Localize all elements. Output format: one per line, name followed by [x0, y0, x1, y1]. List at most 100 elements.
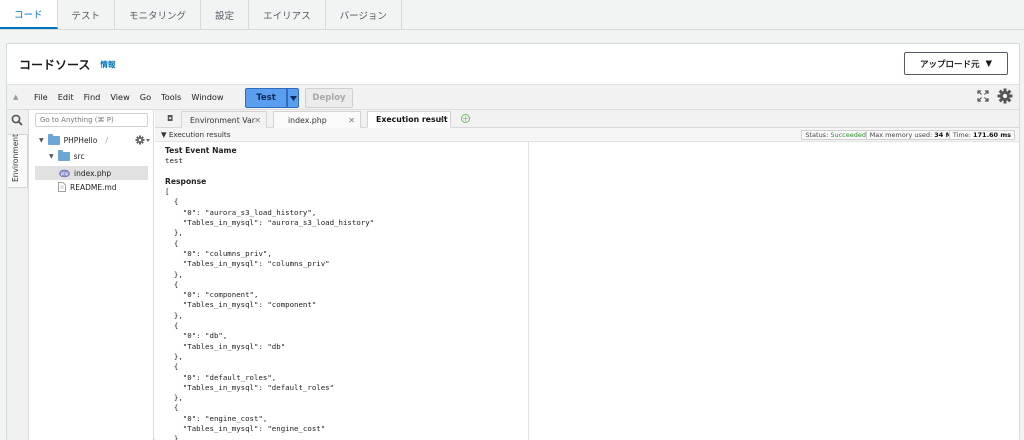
status-label: Status: — [805, 131, 829, 139]
toolbar-right — [977, 88, 1013, 104]
response-line: "0": "component", — [165, 290, 259, 300]
response-body: [ { "0": "aurora_s3_load_history", "Tabl… — [165, 187, 518, 440]
tree-file-index[interactable]: php index.php — [35, 166, 148, 180]
response-line: "0": "default_roles", — [165, 372, 277, 382]
editor-tab-env-vars[interactable]: Environment Var ✕ — [181, 111, 267, 128]
response-line: }, — [165, 393, 183, 403]
response-line: [ — [165, 187, 170, 197]
expand-triangle-icon: ▼ — [49, 153, 54, 160]
editor-area: ◘ Environment Var ✕ index.php ✕ Executio… — [155, 110, 1019, 440]
results-bar: ▼ Execution results Status: Succeeded Ma… — [155, 128, 1019, 142]
tree-folder-root[interactable]: ▼ PHPHello / — [39, 134, 108, 145]
editor-tab-label: index.php — [288, 115, 327, 125]
gear-icon[interactable] — [135, 135, 151, 145]
go-to-anything-input[interactable] — [35, 113, 148, 127]
php-file-icon: php — [59, 169, 70, 177]
editor-tab-execution-results[interactable]: Execution result ✕ — [367, 111, 451, 128]
response-line: "Tables_in_mysql": "aurora_s3_load_histo… — [165, 218, 375, 228]
menu-edit[interactable]: Edit — [58, 92, 74, 102]
response-line: }, — [165, 351, 183, 361]
page-title: コードソース — [19, 57, 91, 72]
panel-header: コードソース 情報 アップロード元 ▼ — [7, 44, 1019, 84]
menu-file[interactable]: File — [34, 92, 48, 102]
ide-menubar: ▲ File Edit Find View Go Tools Window Te… — [7, 84, 1019, 110]
tab-aliases[interactable]: エイリアス — [249, 0, 326, 29]
response-line: "0": "engine_cost", — [165, 413, 268, 423]
response-line: }, — [165, 269, 183, 279]
upload-label: アップロード元 — [919, 59, 980, 70]
execution-output: Test Event Name test Response[ { "0": "au… — [155, 142, 529, 440]
close-icon[interactable]: ✕ — [254, 116, 261, 125]
response-line: { — [165, 321, 179, 331]
menu-window[interactable]: Window — [191, 92, 223, 102]
root-folder-suffix: / — [105, 136, 108, 145]
info-link[interactable]: 情報 — [100, 59, 115, 70]
memory-label: Max memory used: — [869, 131, 933, 139]
environment-label: Environment — [11, 134, 20, 182]
root-folder-label: PHPHello — [63, 136, 98, 145]
editor-tabbar: ◘ Environment Var ✕ index.php ✕ Executio… — [155, 110, 1019, 128]
search-icon[interactable] — [11, 114, 23, 126]
response-line: { — [165, 403, 179, 413]
response-line: }, — [165, 310, 183, 320]
response-line: "0": "columns_priv", — [165, 248, 272, 258]
test-button[interactable]: Test — [245, 88, 287, 108]
status-badge: Status: Succeeded — [801, 130, 870, 140]
tree-file-readme[interactable]: README.md — [58, 182, 117, 192]
response-line: }, — [165, 434, 183, 440]
tab-test[interactable]: テスト — [58, 0, 116, 29]
time-label: Time: — [952, 131, 971, 139]
response-line: "0": "db", — [165, 331, 228, 341]
file-icon — [58, 182, 66, 192]
menu-find[interactable]: Find — [84, 92, 101, 102]
expand-triangle-icon: ▼ — [39, 137, 44, 144]
close-icon[interactable]: ✕ — [438, 115, 445, 124]
environment-tab[interactable]: Environment — [8, 134, 28, 188]
time-value: 171.60 ms — [973, 131, 1011, 139]
response-line: "Tables_in_mysql": "component" — [165, 300, 317, 310]
menu-view[interactable]: View — [110, 92, 129, 102]
menu-go[interactable]: Go — [140, 92, 151, 102]
status-value: Succeeded — [830, 131, 866, 139]
response-heading: Response — [165, 176, 207, 186]
src-folder-label: src — [73, 152, 85, 161]
response-line: { — [165, 197, 179, 207]
file-tree: ▼ PHPHello / ▼ src php index.php — [29, 110, 154, 440]
collapse-up-icon[interactable]: ▲ — [13, 93, 29, 101]
results-section-toggle[interactable]: ▼ Execution results — [161, 130, 230, 139]
response-line: "Tables_in_mysql": "columns_priv" — [165, 259, 330, 269]
tab-code[interactable]: コード — [0, 0, 58, 29]
results-section-label: Execution results — [168, 130, 231, 139]
time-badge: Time: 171.60 ms — [948, 130, 1015, 140]
editor-tab-label: Environment Var — [190, 115, 255, 125]
response-line: }, — [165, 228, 183, 238]
tab-versions[interactable]: バージョン — [326, 0, 402, 29]
editor-tab-label: Execution result — [376, 115, 448, 124]
readme-file-label: README.md — [70, 182, 117, 192]
editor-tab-index[interactable]: index.php ✕ — [273, 111, 361, 128]
tab-list-icon[interactable]: ◘ — [167, 114, 173, 123]
memory-badge: Max memory used: 34 MB — [865, 130, 961, 140]
response-line: { — [165, 238, 179, 248]
caret-down-icon: ▼ — [985, 58, 993, 69]
upload-from-button[interactable]: アップロード元 ▼ — [904, 52, 1008, 75]
add-tab-icon[interactable]: + — [461, 114, 470, 123]
fullscreen-icon[interactable] — [977, 90, 989, 102]
gear-icon[interactable] — [997, 88, 1013, 104]
console-tabs: コード テスト モニタリング 設定 エイリアス バージョン — [0, 0, 1024, 30]
response-line: "Tables_in_mysql": "default_roles" — [165, 382, 335, 392]
side-strip: Environment — [7, 110, 29, 440]
tab-monitoring[interactable]: モニタリング — [115, 0, 202, 29]
index-file-label: index.php — [74, 168, 112, 178]
menu-tools[interactable]: Tools — [161, 92, 181, 102]
folder-icon — [57, 150, 70, 161]
tab-settings[interactable]: 設定 — [201, 0, 250, 29]
response-line: { — [165, 362, 179, 372]
close-icon[interactable]: ✕ — [348, 116, 355, 125]
code-source-panel: コードソース 情報 アップロード元 ▼ ▲ File Edit Find Vie… — [6, 43, 1020, 440]
response-line: "0": "aurora_s3_load_history", — [165, 207, 317, 217]
response-line: "Tables_in_mysql": "engine_cost" — [165, 424, 326, 434]
test-dropdown-button[interactable] — [287, 88, 299, 108]
tree-folder-src[interactable]: ▼ src — [49, 150, 85, 161]
deploy-button[interactable]: Deploy — [305, 88, 353, 108]
